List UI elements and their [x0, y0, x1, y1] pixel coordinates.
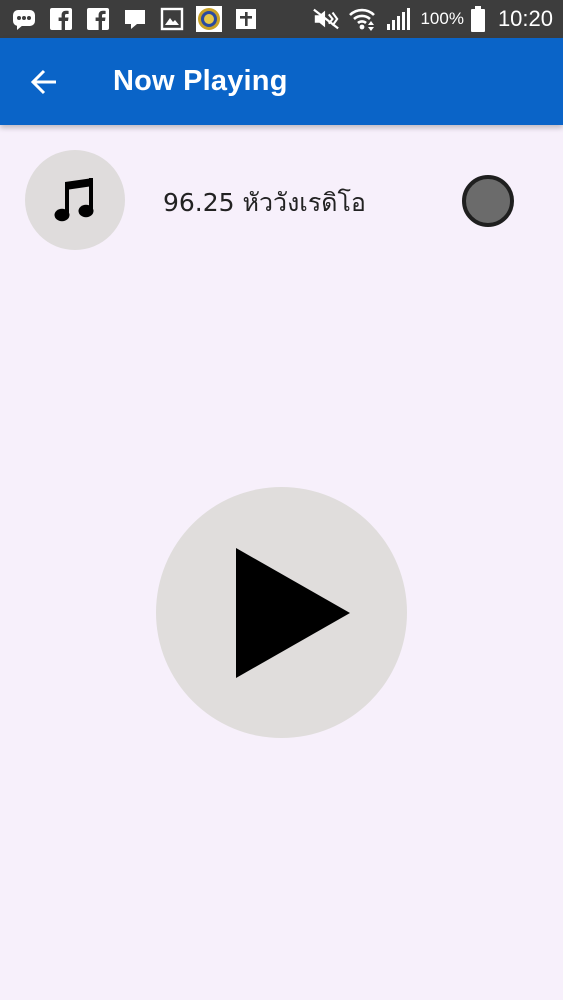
status-indicator [462, 175, 514, 227]
battery-icon [470, 5, 486, 33]
station-row[interactable]: 96.25 หัววังเรดิโอ [0, 150, 563, 250]
signal-icon [384, 5, 412, 33]
page-title: Now Playing [113, 65, 288, 97]
chat-icon [121, 5, 149, 33]
status-bar: 100% 10:20 [0, 0, 563, 38]
facebook-icon [47, 5, 75, 33]
music-note-icon [53, 176, 97, 224]
notification-icons [10, 5, 260, 33]
messenger-icon [10, 5, 38, 33]
arrow-left-icon [30, 69, 58, 95]
clock: 10:20 [497, 6, 553, 31]
calendar-icon [232, 5, 260, 33]
system-icons: 100% 10:20 [312, 5, 553, 33]
battery-percentage: 100% [420, 9, 464, 28]
app-bar: Now Playing [0, 38, 563, 125]
app-logo-icon [195, 5, 223, 33]
facebook-icon [84, 5, 112, 33]
play-button[interactable] [156, 487, 407, 738]
play-icon [235, 547, 350, 678]
gallery-icon [158, 5, 186, 33]
back-button[interactable] [14, 52, 74, 112]
station-name: 96.25 หัววังเรดิโอ [163, 188, 366, 217]
station-avatar [25, 150, 125, 250]
wifi-icon [348, 5, 376, 33]
mute-icon [312, 5, 340, 33]
